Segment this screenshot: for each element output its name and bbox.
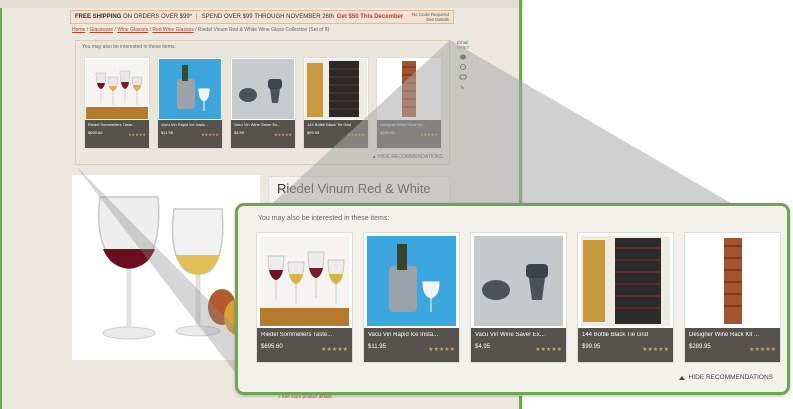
product-name: Riedel Sommeliers Taste... <box>88 122 136 127</box>
rating-stars: ★★★★★ <box>420 132 438 137</box>
email-icon[interactable] <box>459 54 467 60</box>
recommendations-title: You may also be interested in these item… <box>82 44 176 50</box>
product-title-box: Riedel Vinum Red & White <box>268 176 450 206</box>
product-name: Vacu Vin Wine Saver Ex... <box>475 332 545 338</box>
product-title: Riedel Vinum Red & White <box>277 181 431 196</box>
side-tools: Email Help? <box>457 40 471 90</box>
hide-recommendations-link-small[interactable]: ▲ HIDE RECOMMENDATIONS <box>372 154 443 160</box>
rec-card-designer-wine-rack-zoomed[interactable]: Designer Wine Rack Kit ... $289.95 ★★★★★ <box>684 232 781 363</box>
page-right-border-bottom <box>519 396 522 409</box>
product-thumbnail <box>378 59 440 119</box>
rating-stars: ★★★★★ <box>274 132 292 137</box>
rating-stars: ★★★★★ <box>428 347 455 353</box>
breadcrumb: Home / Glassware / Wine Glasses / Red Wi… <box>72 27 329 33</box>
product-name: Designer Wine Rack Kit ... <box>689 332 760 338</box>
recommendations-panel-zoomed: You may also be interested in these item… <box>235 203 790 395</box>
get-offer-text: Get $50 This December <box>336 14 404 20</box>
product-name: Vacu Vin Rapid Ice Insta... <box>368 332 439 338</box>
hide-triangle-icon <box>678 375 685 380</box>
side-tools-label: Email Help? <box>457 40 471 50</box>
breadcrumb-current: Riedel Vinum Red & White Wine Glass Coll… <box>197 27 330 33</box>
product-caption: Vacu Vin Rapid Ice Insta... $11.95 ★★★★★ <box>364 328 459 362</box>
product-thumbnail <box>367 236 456 326</box>
screenshot-stage: FREE SHIPPING ON ORDERS OVER $99* | SPEN… <box>0 0 793 409</box>
product-thumbnail <box>688 236 777 326</box>
shipping-banner[interactable]: FREE SHIPPING ON ORDERS OVER $99* | SPEN… <box>70 10 454 24</box>
rec-card-black-tie-grid-zoomed[interactable]: 144 Bottle Black Tie Grid $99.95 ★★★★★ <box>577 232 674 363</box>
breadcrumb-sep: / <box>149 27 151 33</box>
product-name: Vacu Vin Rapid Ice Insta... <box>161 122 208 127</box>
rec-card-vacu-vin-ice[interactable]: Vacu Vin Rapid Ice Insta... $11.95 ★★★★★ <box>157 57 223 149</box>
product-caption: Vacu Vin Rapid Ice Insta... $11.95 ★★★★★ <box>158 120 222 148</box>
rating-stars: ★★★★★ <box>321 347 348 353</box>
spend-text: SPEND OVER $99 THROUGH NOVEMBER 26th <box>201 14 334 20</box>
rec-card-vacu-vin-saver-zoomed[interactable]: Vacu Vin Wine Saver Ex... $4.95 ★★★★★ <box>470 232 567 363</box>
product-thumbnail <box>581 236 670 326</box>
banner-details[interactable]: No Code Required See Details <box>412 12 449 22</box>
see-details-link[interactable]: See Details <box>426 17 449 22</box>
rating-stars: ★★★★★ <box>749 347 776 353</box>
rating-stars: ★★★★★ <box>128 132 146 137</box>
rating-stars: ★★★★★ <box>535 347 562 353</box>
product-name: Vacu Vin Wine Saver Ex... <box>234 122 281 127</box>
breadcrumb-wine-glasses[interactable]: Wine Glasses <box>117 27 148 33</box>
product-caption: 144 Bottle Black Tie Grid $99.95 ★★★★★ <box>578 328 673 362</box>
hide-recommendations-label-zoomed: HIDE RECOMMENDATIONS <box>688 374 773 381</box>
page-left-border <box>0 0 2 409</box>
rating-stars: ★★★★★ <box>642 347 669 353</box>
product-caption: Riedel Sommeliers Taste... $695.60 ★★★★★ <box>85 120 149 148</box>
product-caption: Vacu Vin Wine Saver Ex... $4.95 ★★★★★ <box>231 120 295 148</box>
banner-separator: | <box>196 14 198 20</box>
recommendations-row-small: Riedel Sommeliers Taste... $695.60 ★★★★★ <box>84 57 444 149</box>
breadcrumb-sep: / <box>195 27 197 33</box>
product-thumbnail <box>159 59 221 119</box>
chat-icon[interactable] <box>459 74 467 80</box>
rec-card-riedel-sommeliers[interactable]: Riedel Sommeliers Taste... $695.60 ★★★★★ <box>84 57 150 149</box>
product-thumbnail <box>232 59 294 119</box>
hide-recommendations-label: HIDE RECOMMENDATIONS <box>378 154 443 160</box>
breadcrumb-red-wine-glasses[interactable]: Red Wine Glasses <box>152 27 193 33</box>
product-thumbnail <box>86 59 148 119</box>
breadcrumb-sep: / <box>114 27 116 33</box>
rating-stars: ★★★★★ <box>347 132 365 137</box>
top-strip <box>0 0 523 8</box>
product-thumbnail <box>260 236 349 326</box>
free-shipping-rest: ON ORDERS OVER $99* <box>123 14 193 20</box>
product-name: Designer Wine Rack Kit ... <box>380 122 427 127</box>
product-name: 144 Bottle Black Tie Grid <box>307 122 352 127</box>
rec-card-black-tie-grid[interactable]: 144 Bottle Black Tie Grid $99.95 ★★★★★ <box>303 57 369 149</box>
product-main-image[interactable] <box>72 175 260 360</box>
product-caption: Designer Wine Rack Kit ... $289.95 ★★★★★ <box>377 120 441 148</box>
product-caption: Vacu Vin Wine Saver Ex... $4.95 ★★★★★ <box>471 328 566 362</box>
product-name: 144 Bottle Black Tie Grid <box>582 332 649 338</box>
product-caption: Riedel Sommeliers Taste... $695.60 ★★★★★ <box>257 328 352 362</box>
breadcrumb-glassware[interactable]: Glassware <box>90 27 114 33</box>
product-thumbnail <box>305 59 367 119</box>
side-tools-label-help: Help? <box>457 45 469 50</box>
recommendations-title-zoomed: You may also be interested in these item… <box>258 215 390 222</box>
rec-card-riedel-sommeliers-zoomed[interactable]: Riedel Sommeliers Taste... $695.60 ★★★★★ <box>256 232 353 363</box>
free-shipping-label: FREE SHIPPING <box>75 14 122 20</box>
product-caption: 144 Bottle Black Tie Grid $99.95 ★★★★★ <box>304 120 368 148</box>
page-right-border <box>519 0 522 234</box>
hide-recommendations-link[interactable]: HIDE RECOMMENDATIONS <box>678 374 773 381</box>
breadcrumb-home[interactable]: Home <box>72 27 85 33</box>
product-name: Riedel Sommeliers Taste... <box>261 332 333 338</box>
product-thumbnail <box>474 236 563 326</box>
recommendations-panel-small: You may also be interested in these item… <box>75 40 450 165</box>
rec-card-designer-wine-rack[interactable]: Designer Wine Rack Kit ... $289.95 ★★★★★ <box>376 57 442 149</box>
help-icon[interactable] <box>459 64 467 70</box>
rec-card-vacu-vin-ice-zoomed[interactable]: Vacu Vin Rapid Ice Insta... $11.95 ★★★★★ <box>363 232 460 363</box>
rating-stars: ★★★★★ <box>201 132 219 137</box>
phone-icon[interactable] <box>459 84 467 90</box>
rec-card-vacu-vin-saver[interactable]: Vacu Vin Wine Saver Ex... $4.95 ★★★★★ <box>230 57 296 149</box>
product-caption: Designer Wine Rack Kit ... $289.95 ★★★★★ <box>685 328 780 362</box>
breadcrumb-sep: / <box>86 27 89 33</box>
